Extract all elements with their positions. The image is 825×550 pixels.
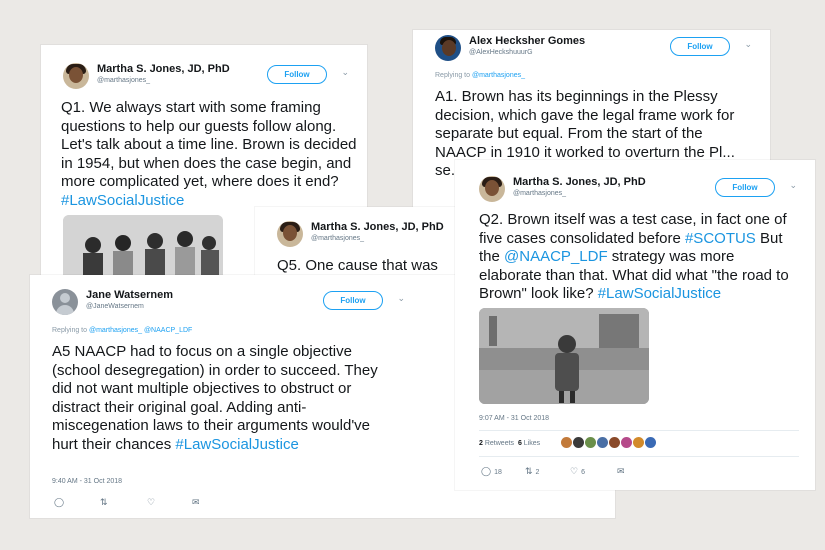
author-handle[interactable]: @AlexHeckshuuurG <box>469 49 533 56</box>
liker-avatar[interactable] <box>645 437 656 448</box>
tweet-photo[interactable] <box>479 308 649 404</box>
liker-avatar[interactable] <box>633 437 644 448</box>
like-button[interactable]: ♡ 6 <box>570 466 585 477</box>
like-icon[interactable]: ♡ <box>147 497 155 508</box>
chevron-down-icon[interactable]: ⌄ <box>341 67 349 78</box>
author-handle[interactable]: @marthasjones_ <box>311 235 364 242</box>
tweet-photo[interactable] <box>63 215 223 280</box>
tweet-header: Martha S. Jones, JD, PhD @marthasjones_ <box>277 221 444 251</box>
mention-link-naacp[interactable]: @NAACP_LDF <box>504 248 608 265</box>
liker-avatar[interactable] <box>597 437 608 448</box>
liker-avatar[interactable] <box>561 437 572 448</box>
tweet-header: Alex Hecksher Gomes @AlexHeckshuuurG Fol… <box>435 35 754 65</box>
retweet-button[interactable]: ⇅ 2 <box>525 466 539 477</box>
hashtag-link-scotus[interactable]: #SCOTUS <box>685 230 756 247</box>
liker-avatar[interactable] <box>573 437 584 448</box>
replying-prefix: Replying to <box>435 72 471 79</box>
tweet-header: Martha S. Jones, JD, PhD @marthasjones_ … <box>479 176 799 206</box>
avatar[interactable] <box>479 176 505 202</box>
author-handle[interactable]: @JaneWatsernem <box>86 303 144 310</box>
liker-avatar[interactable] <box>609 437 620 448</box>
reply-mention-link[interactable]: @marthasjones_ @NAACP_LDF <box>89 327 192 334</box>
author-handle[interactable]: @marthasjones_ <box>97 77 150 84</box>
hashtag-link[interactable]: #LawSocialJustice <box>61 192 184 209</box>
reply-count: 18 <box>494 469 502 476</box>
replying-prefix: Replying to <box>52 327 88 334</box>
girl-photo-image <box>479 308 649 404</box>
message-icon[interactable]: ✉ <box>617 466 625 477</box>
like-count: 6 <box>581 469 585 476</box>
follow-button[interactable]: Follow <box>323 291 383 310</box>
tweet-body: Q1. We always start with some framing qu… <box>61 99 357 190</box>
hashtag-link[interactable]: #LawSocialJustice <box>598 285 721 302</box>
divider <box>479 456 799 457</box>
retweet-count: 2 <box>535 469 540 476</box>
liker-avatars[interactable] <box>561 437 657 448</box>
tweet-timestamp[interactable]: 9:40 AM - 31 Oct 2018 <box>52 478 122 485</box>
retweets-count[interactable]: 2 <box>479 440 483 447</box>
liker-avatar[interactable] <box>621 437 632 448</box>
avatar[interactable] <box>63 63 89 89</box>
author-handle[interactable]: @marthasjones_ <box>513 190 566 197</box>
author-name[interactable]: Martha S. Jones, JD, PhD <box>513 176 646 188</box>
likes-count[interactable]: 6 <box>518 440 522 447</box>
reply-mention-link[interactable]: @marthasjones_ <box>472 72 525 79</box>
chevron-down-icon[interactable]: ⌄ <box>397 293 405 304</box>
author-name[interactable]: Jane Watsernem <box>86 289 173 301</box>
chevron-down-icon[interactable]: ⌄ <box>744 39 752 50</box>
engagement-stats: 2 Retweets 6 Likes <box>479 440 540 447</box>
author-name[interactable]: Alex Hecksher Gomes <box>469 35 585 47</box>
follow-button[interactable]: Follow <box>267 65 327 84</box>
avatar[interactable] <box>52 289 78 315</box>
follow-button[interactable]: Follow <box>715 178 775 197</box>
likes-label[interactable]: Likes <box>524 440 540 447</box>
tweet-header: Jane Watsernem @JaneWatsernem Follow ⌄ <box>52 289 407 319</box>
avatar[interactable] <box>277 221 303 247</box>
liker-avatar[interactable] <box>585 437 596 448</box>
author-name[interactable]: Martha S. Jones, JD, PhD <box>97 63 230 75</box>
replying-to: Replying to @marthasjones_ <box>435 72 525 79</box>
tweet-timestamp[interactable]: 9:07 AM - 31 Oct 2018 <box>479 415 549 422</box>
reply-icon[interactable]: ◯ <box>54 497 64 508</box>
tweet-text: Q1. We always start with some framing qu… <box>61 99 361 210</box>
reply-button[interactable]: ◯ 18 <box>481 466 502 477</box>
replying-to: Replying to @marthasjones_ @NAACP_LDF <box>52 327 192 334</box>
follow-button[interactable]: Follow <box>670 37 730 56</box>
retweet-icon[interactable]: ⇅ <box>100 497 108 508</box>
tweet-card-martha-q2: Martha S. Jones, JD, PhD @marthasjones_ … <box>455 160 815 490</box>
avatar[interactable] <box>435 35 461 61</box>
chevron-down-icon[interactable]: ⌄ <box>789 180 797 191</box>
group-photo-image <box>63 215 223 280</box>
hashtag-link[interactable]: #LawSocialJustice <box>175 436 298 453</box>
tweet-text: Q2. Brown itself was a test case, in fac… <box>479 211 801 304</box>
tweet-text: A5 NAACP had to focus on a single object… <box>52 343 382 454</box>
divider <box>479 430 799 431</box>
message-icon[interactable]: ✉ <box>192 497 200 508</box>
retweets-label[interactable]: Retweets <box>485 440 514 447</box>
tweet-header: Martha S. Jones, JD, PhD @marthasjones_ … <box>63 63 351 93</box>
author-name[interactable]: Martha S. Jones, JD, PhD <box>311 221 444 233</box>
